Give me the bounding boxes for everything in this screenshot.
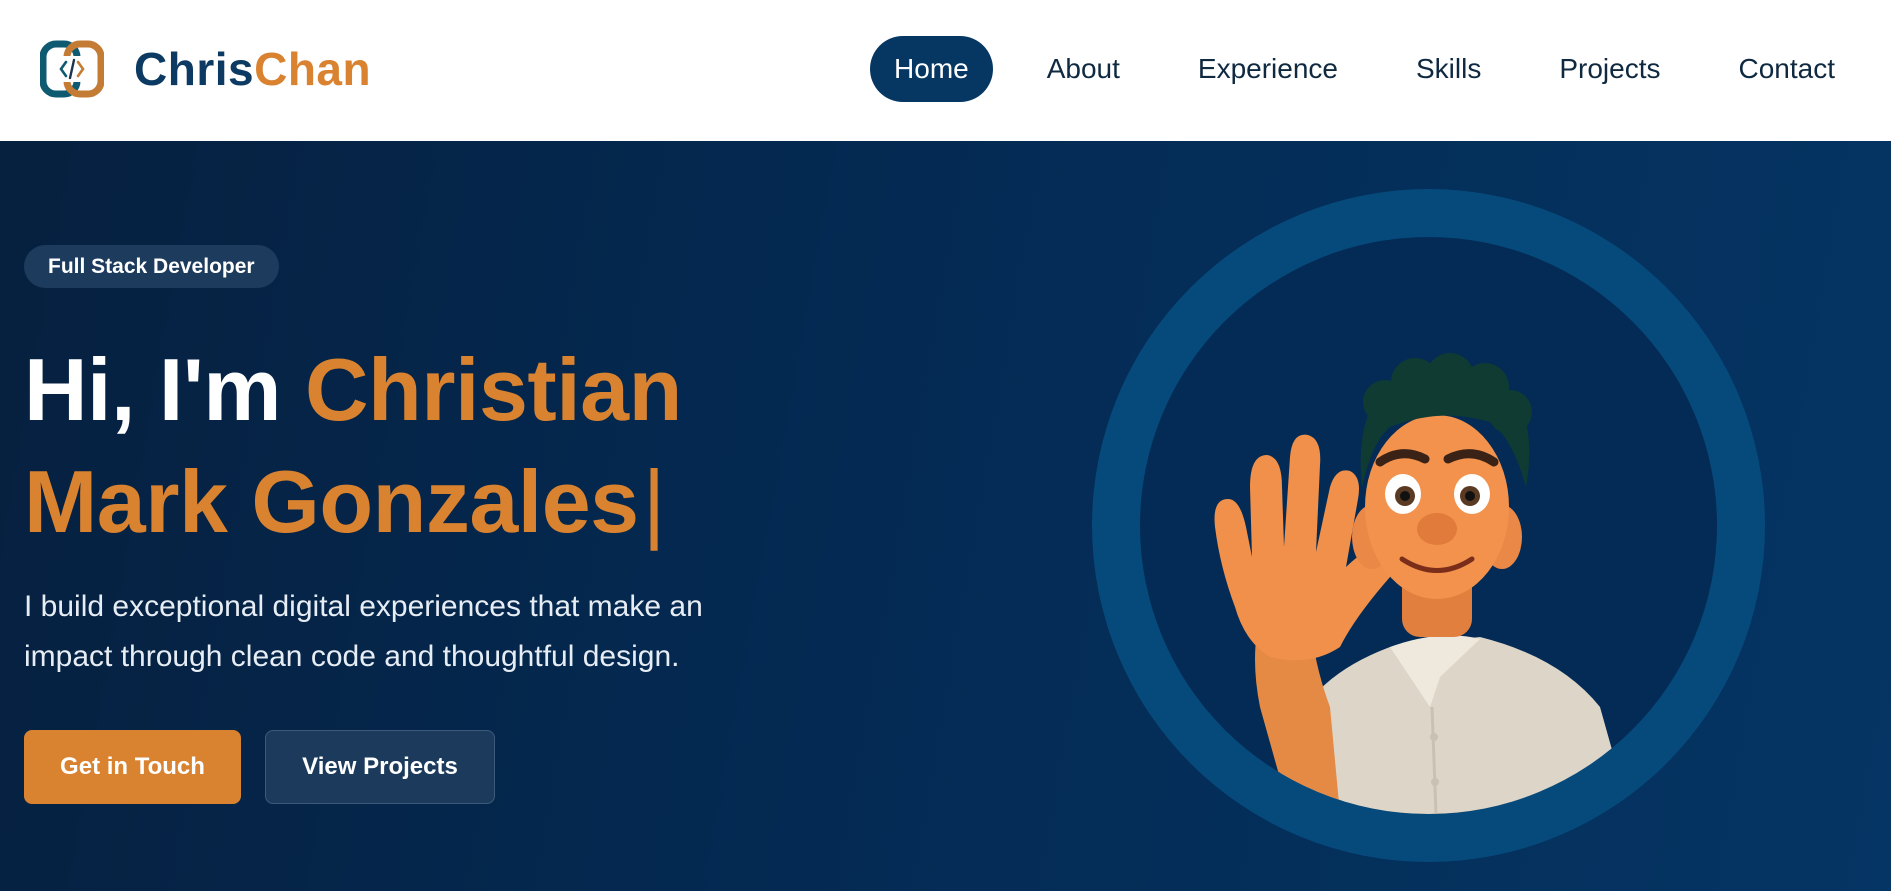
hero-section: Full Stack Developer Hi, I'm Christian M… bbox=[0, 141, 1891, 891]
waving-avatar-illustration bbox=[1214, 353, 1630, 814]
main-nav: Home About Experience Skills Projects Co… bbox=[870, 36, 1859, 102]
role-badge: Full Stack Developer bbox=[24, 245, 279, 288]
brand-first: Chris bbox=[134, 43, 255, 95]
hero-tagline: I build exceptional digital experiences … bbox=[24, 590, 703, 673]
code-brackets-icon bbox=[40, 40, 104, 98]
brand-second: Chan bbox=[254, 43, 372, 95]
nav-contact[interactable]: Contact bbox=[1715, 36, 1860, 102]
headline-name-line2: Mark Gonzales bbox=[24, 452, 639, 551]
nav-home[interactable]: Home bbox=[870, 36, 993, 102]
logo[interactable]: ChrisChan bbox=[40, 40, 371, 98]
nav-about[interactable]: About bbox=[1023, 36, 1144, 102]
nav-experience[interactable]: Experience bbox=[1174, 36, 1362, 102]
hero-headline: Hi, I'm Christian Mark Gonzales| bbox=[24, 334, 924, 558]
get-in-touch-button[interactable]: Get in Touch bbox=[24, 730, 241, 804]
headline-greeting: Hi, I'm bbox=[24, 340, 305, 439]
headline-name-line1: Christian bbox=[304, 340, 682, 439]
nav-projects[interactable]: Projects bbox=[1535, 36, 1684, 102]
site-header: ChrisChan Home About Experience Skills P… bbox=[0, 0, 1891, 141]
brand-name: ChrisChan bbox=[134, 46, 371, 92]
view-projects-button[interactable]: View Projects bbox=[265, 730, 495, 804]
typing-cursor: | bbox=[642, 452, 666, 551]
nav-skills[interactable]: Skills bbox=[1392, 36, 1505, 102]
avatar-portrait bbox=[1140, 237, 1717, 814]
